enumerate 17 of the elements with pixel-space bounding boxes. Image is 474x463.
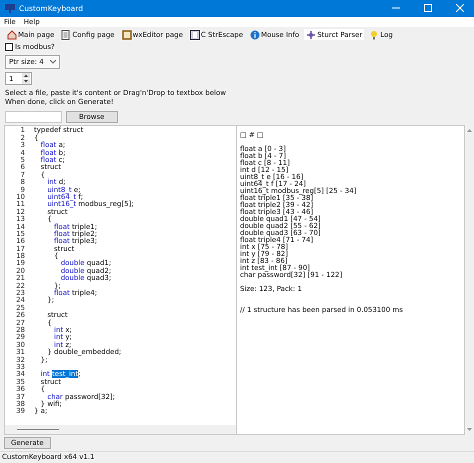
scroll-up-icon[interactable] bbox=[467, 129, 472, 132]
bulb-icon bbox=[369, 30, 380, 40]
nodes-icon bbox=[306, 30, 316, 40]
file-path-field[interactable] bbox=[5, 111, 62, 124]
checkbox[interactable] bbox=[5, 43, 13, 52]
close-icon[interactable] bbox=[456, 4, 464, 12]
scroll-down-icon[interactable] bbox=[467, 428, 472, 431]
code-editor[interactable] bbox=[4, 125, 237, 435]
document-icon bbox=[61, 30, 72, 40]
info-icon bbox=[250, 30, 260, 40]
scrollbar-thumb[interactable] bbox=[17, 429, 59, 430]
house-icon bbox=[7, 30, 17, 40]
film-icon bbox=[190, 30, 200, 40]
maximize-icon[interactable] bbox=[424, 4, 432, 12]
chevron-icon bbox=[50, 60, 56, 64]
frame-icon bbox=[122, 30, 132, 40]
spin-arrows-icon bbox=[22, 73, 30, 84]
